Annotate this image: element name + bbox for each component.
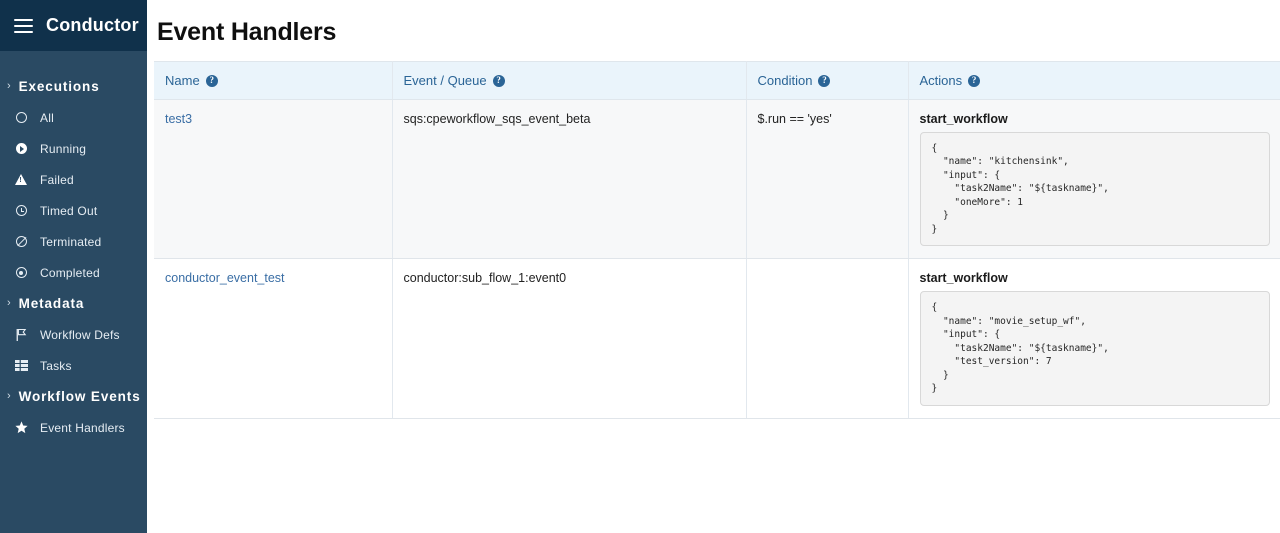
event-handler-name-link[interactable]: conductor_event_test [165, 271, 285, 285]
column-header-actions[interactable]: Actions ? [908, 61, 1280, 100]
sidebar-item-failed[interactable]: Failed [0, 164, 147, 195]
table-row: conductor_event_test conductor:sub_flow_… [154, 258, 1280, 419]
sidebar-item-label: Timed Out [40, 203, 98, 218]
event-handlers-table: Name ? Event / Queue ? Condition ? Actio… [154, 61, 1280, 419]
sidebar-item-label: All [40, 110, 54, 125]
sidebar-item-label: Workflow Defs [40, 327, 120, 342]
page-title: Event Handlers [157, 18, 337, 46]
action-json-block: { "name": "movie_setup_wf", "input": { "… [919, 291, 1270, 406]
warning-triangle-icon [10, 174, 32, 185]
cell-condition: $.run == 'yes' [746, 99, 909, 260]
brand-title: Conductor [46, 15, 139, 35]
sidebar-item-label: Running [40, 141, 87, 156]
chevron-right-icon: › [7, 390, 12, 402]
action-type-label: start_workflow [919, 271, 1008, 286]
table-header: Name ? Event / Queue ? Condition ? Actio… [154, 61, 1280, 100]
sidebar-brand: Conductor [0, 0, 147, 51]
sidebar-section-workflow-events[interactable]: › Workflow Events [0, 381, 147, 412]
help-circle-icon[interactable]: ? [818, 74, 831, 87]
target-circle-icon [10, 267, 32, 278]
sidebar-section-metadata[interactable]: › Metadata [0, 288, 147, 319]
sidebar-item-label: Completed [40, 265, 100, 280]
sidebar-item-completed[interactable]: Completed [0, 257, 147, 288]
sidebar-item-label: Terminated [40, 234, 102, 249]
sidebar-item-label: Tasks [40, 358, 72, 373]
page-header: Event Handlers [147, 0, 1280, 61]
clock-icon [10, 205, 32, 216]
column-header-label: Name [165, 73, 200, 88]
sidebar-item-all[interactable]: All [0, 102, 147, 133]
column-header-name[interactable]: Name ? [154, 61, 393, 100]
help-circle-icon[interactable]: ? [492, 74, 505, 87]
action-json-block: { "name": "kitchensink", "input": { "tas… [919, 132, 1270, 247]
cell-condition [746, 258, 909, 419]
help-circle-icon[interactable]: ? [968, 74, 981, 87]
circle-outline-icon [10, 112, 32, 123]
column-header-label: Actions [919, 73, 963, 88]
ban-circle-icon [10, 236, 32, 247]
action-type-label: start_workflow [919, 112, 1008, 126]
main-content: Event Handlers Name ? Event / Queue ? Co… [147, 0, 1280, 533]
sidebar: Conductor › Executions All Running Faile… [0, 0, 147, 533]
sidebar-item-event-handlers[interactable]: Event Handlers [0, 412, 147, 443]
sidebar-nav: › Executions All Running Failed Timed Ou… [0, 51, 147, 443]
sidebar-item-running[interactable]: Running [0, 133, 147, 164]
sidebar-section-label: Executions [18, 79, 100, 94]
cell-name: conductor_event_test [154, 258, 393, 419]
flag-icon [10, 328, 32, 341]
app-root: Conductor › Executions All Running Faile… [0, 0, 1280, 533]
sidebar-item-terminated[interactable]: Terminated [0, 226, 147, 257]
column-header-condition[interactable]: Condition ? [746, 61, 909, 100]
cell-event-queue: conductor:sub_flow_1:event0 [392, 258, 747, 419]
sidebar-section-label: Workflow Events [18, 389, 141, 404]
cell-name: test3 [154, 99, 393, 260]
cell-actions: start_workflow { "name": "movie_setup_wf… [908, 258, 1280, 419]
event-handler-name-link[interactable]: test3 [165, 112, 192, 126]
hamburger-icon[interactable] [14, 18, 33, 33]
column-header-label: Condition [757, 73, 813, 88]
table-header-row: Name ? Event / Queue ? Condition ? Actio… [154, 61, 1280, 100]
chevron-right-icon: › [7, 80, 12, 92]
sidebar-item-label: Failed [40, 172, 74, 187]
list-stack-icon [10, 360, 32, 371]
column-header-event-queue[interactable]: Event / Queue ? [392, 61, 747, 100]
sidebar-item-label: Event Handlers [40, 420, 125, 435]
sidebar-section-executions[interactable]: › Executions [0, 71, 147, 102]
sidebar-item-timed-out[interactable]: Timed Out [0, 195, 147, 226]
chevron-right-icon: › [7, 297, 12, 309]
sidebar-item-tasks[interactable]: Tasks [0, 350, 147, 381]
play-circle-icon [10, 143, 32, 154]
event-handlers-table-wrapper: Name ? Event / Queue ? Condition ? Actio… [147, 61, 1280, 419]
cell-actions: start_workflow { "name": "kitchensink", … [908, 99, 1280, 260]
sidebar-item-workflow-defs[interactable]: Workflow Defs [0, 319, 147, 350]
table-body: test3 sqs:cpeworkflow_sqs_event_beta $.r… [154, 99, 1280, 419]
column-header-label: Event / Queue [403, 73, 487, 88]
help-circle-icon[interactable]: ? [205, 74, 218, 87]
sidebar-section-label: Metadata [18, 296, 85, 311]
cell-event-queue: sqs:cpeworkflow_sqs_event_beta [392, 99, 747, 260]
table-row: test3 sqs:cpeworkflow_sqs_event_beta $.r… [154, 99, 1280, 260]
star-icon [10, 421, 32, 434]
